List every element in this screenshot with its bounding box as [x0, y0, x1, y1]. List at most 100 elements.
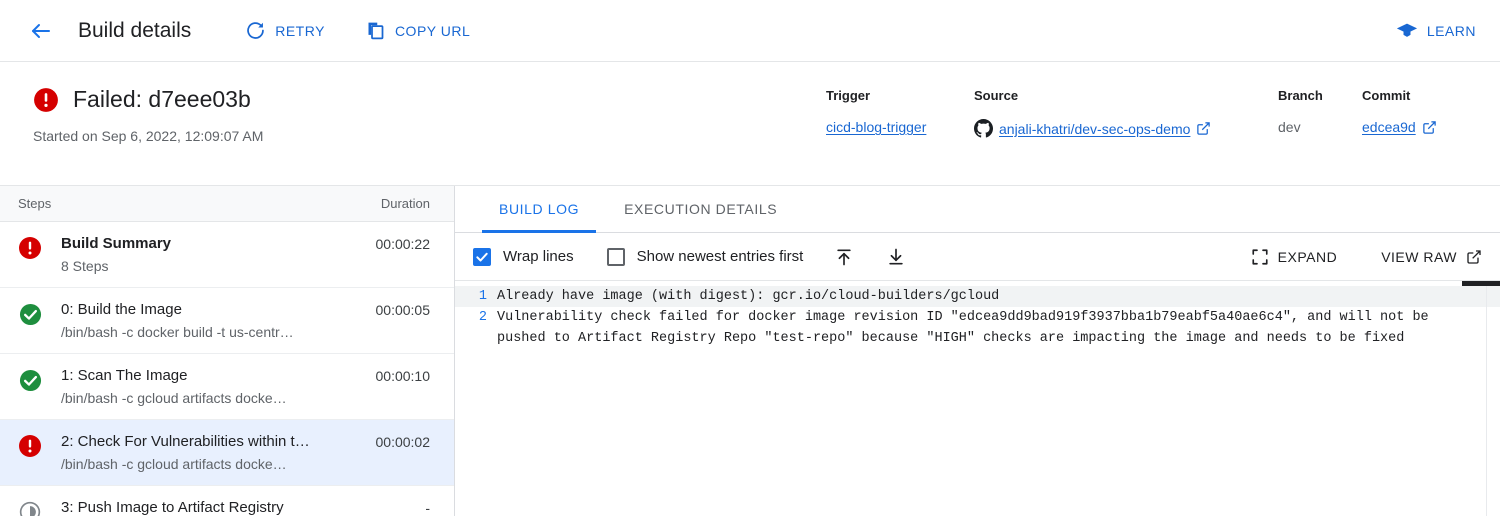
external-link-icon — [1197, 122, 1211, 135]
refresh-icon — [247, 22, 265, 39]
step-command: /bin/bash -c gcloud artifacts docke… — [61, 456, 287, 472]
scroll-to-top-icon — [837, 249, 852, 265]
tab-build-log-label: BUILD LOG — [499, 201, 580, 217]
commit-link[interactable]: edcea9d — [1362, 119, 1416, 135]
view-raw-button[interactable]: VIEW RAW — [1381, 249, 1482, 265]
external-link-icon — [1467, 249, 1481, 264]
tab-execution-details[interactable]: EXECUTION DETAILS — [607, 186, 794, 232]
step-row[interactable]: Build Summary 8 Steps 00:00:22 — [0, 222, 454, 288]
build-summary-header: Failed: d7eee03b Started on Sep 6, 2022,… — [0, 62, 1500, 186]
log-toolbar: Wrap lines Show newest entries first EXP… — [455, 233, 1500, 281]
meta-trigger-label: Trigger — [826, 88, 871, 103]
error-icon — [19, 237, 41, 259]
retry-label: RETRY — [275, 22, 325, 39]
build-started-time: Started on Sep 6, 2022, 12:09:07 AM — [33, 128, 264, 144]
steps-list[interactable]: Build Summary 8 Steps 00:00:22 0: Build the… — [0, 222, 454, 516]
step-name: 1: Scan The Image — [61, 367, 188, 384]
scroll-to-bottom-button[interactable] — [883, 244, 909, 270]
meta-source: Source anjali-khatri/dev-sec-ops-demo — [974, 88, 1278, 138]
step-row[interactable]: 3: Push Image to Artifact Registry - — [0, 486, 454, 516]
page-title: Build details — [78, 18, 192, 42]
step-command: /bin/bash -c gcloud artifacts docke… — [61, 390, 287, 406]
check-icon — [476, 252, 488, 261]
newest-entries-first-label: Show newest entries first — [636, 248, 804, 265]
log-line-number: 1 — [478, 289, 487, 304]
back-button[interactable] — [26, 16, 56, 46]
meta-commit-label: Commit — [1362, 88, 1411, 103]
step-duration: 00:00:22 — [375, 236, 431, 252]
step-name: 3: Push Image to Artifact Registry — [61, 499, 284, 516]
step-command: 8 Steps — [61, 258, 109, 274]
step-duration: 00:00:02 — [375, 434, 431, 450]
meta-branch: Branch dev — [1278, 88, 1362, 135]
meta-branch-value-row: dev — [1278, 119, 1362, 135]
meta-branch-label: Branch — [1278, 88, 1323, 103]
build-title: Failed: d7eee03b — [73, 86, 251, 112]
copy-url-button[interactable]: COPY URL — [365, 20, 470, 41]
log-body[interactable]: 1 Already have image (with digest): gcr.i… — [455, 281, 1500, 516]
pending-icon — [19, 501, 41, 516]
school-cap-icon — [1396, 23, 1417, 37]
log-line: 1 Already have image (with digest): gcr.i… — [455, 286, 1500, 307]
error-icon — [19, 435, 41, 457]
step-row[interactable]: 1: Scan The Image/bin/bash -c gcloud art… — [0, 354, 454, 420]
success-icon — [19, 369, 41, 391]
source-repo-link[interactable]: anjali-khatri/dev-sec-ops-demo — [999, 121, 1190, 137]
wrap-lines-checkbox[interactable]: Wrap lines — [473, 247, 574, 266]
wrap-lines-checkbox-box — [473, 247, 491, 266]
meta-source-label: Source — [974, 88, 1019, 103]
trigger-link[interactable]: cicd-blog-trigger — [826, 119, 926, 135]
learn-button[interactable]: LEARN — [1396, 20, 1476, 42]
arrow-left-icon — [32, 23, 50, 38]
success-icon — [18, 368, 42, 392]
branch-value: dev — [1278, 119, 1301, 135]
steps-table-header: Steps Duration — [0, 186, 454, 222]
log-line: 2 Vulnerability check failed for docker i… — [455, 307, 1500, 349]
retry-button[interactable]: RETRY — [245, 20, 325, 41]
learn-label: LEARN — [1426, 22, 1476, 39]
newest-entries-first-checkbox-box — [606, 247, 625, 266]
error-icon — [18, 236, 42, 260]
meta-commit-value-row: edcea9d — [1362, 119, 1437, 135]
log-lines: 1 Already have image (with digest): gcr.i… — [455, 286, 1500, 349]
tab-separator — [596, 186, 607, 232]
tab-execution-details-label: EXECUTION DETAILS — [624, 201, 778, 217]
top-app-bar: Build details RETRY COPY URL LEARN — [0, 0, 1500, 62]
external-link-icon — [1422, 120, 1436, 134]
expand-button[interactable]: EXPAND — [1251, 248, 1338, 266]
log-line-text: Vulnerability check failed for docker im… — [497, 310, 1437, 346]
copy-url-label: COPY URL — [394, 22, 471, 39]
step-text: Build Summary 8 Steps — [61, 235, 366, 274]
log-right-rule — [1486, 281, 1487, 516]
success-icon — [19, 303, 41, 325]
expand-icon — [1252, 248, 1268, 265]
steps-pane: Steps Duration Build Summary 8 Steps 00:00… — [0, 186, 455, 516]
tab-build-log[interactable]: BUILD LOG — [482, 186, 597, 233]
log-tabs: BUILD LOG EXECUTION DETAILS — [455, 186, 1500, 233]
meta-trigger-value-row: cicd-blog-trigger — [826, 119, 974, 135]
step-name: 0: Build the Image — [61, 301, 182, 318]
build-metadata-group: Trigger cicd-blog-trigger Source anjali-… — [826, 88, 1437, 138]
view-raw-label: VIEW RAW — [1381, 248, 1457, 265]
step-command: /bin/bash -c docker build -t us-centr… — [61, 324, 294, 340]
duration-column-header: Duration — [380, 196, 430, 211]
step-text: 3: Push Image to Artifact Registry — [61, 499, 415, 516]
step-text: 0: Build the Image/bin/bash -c docker bu… — [61, 301, 366, 340]
newest-entries-first-checkbox[interactable]: Show newest entries first — [606, 247, 804, 266]
wrap-lines-label: Wrap lines — [503, 248, 574, 265]
expand-label: EXPAND — [1277, 248, 1338, 265]
pending-icon — [18, 500, 42, 516]
step-duration: - — [425, 500, 430, 516]
log-line-number: 2 — [478, 310, 487, 325]
scroll-to-top-button[interactable] — [831, 244, 857, 270]
step-name: 2: Check For Vulnerabilities within t… — [61, 433, 310, 450]
step-row[interactable]: 2: Check For Vulnerabilities within t… /b… — [0, 420, 454, 486]
log-line-text: Already have image (with digest): gcr.io… — [497, 289, 1000, 304]
error-icon — [18, 434, 42, 458]
log-scrollbar[interactable] — [1462, 281, 1500, 286]
step-duration: 00:00:10 — [375, 368, 431, 384]
step-row[interactable]: 0: Build the Image/bin/bash -c docker bu… — [0, 288, 454, 354]
copy-icon — [368, 22, 384, 40]
steps-column-header: Steps — [18, 196, 52, 211]
github-icon — [974, 119, 993, 138]
